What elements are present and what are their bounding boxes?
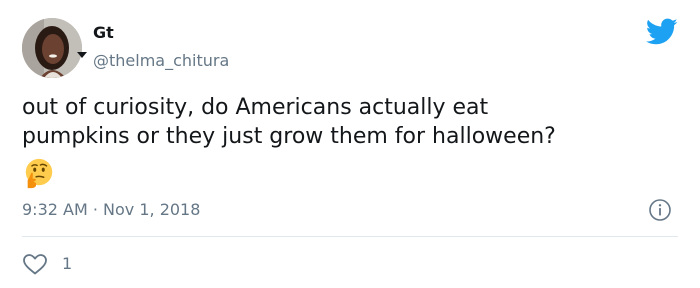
author-handle[interactable]: @thelma_chitura bbox=[93, 51, 229, 71]
like-count[interactable]: 1 bbox=[62, 254, 72, 274]
tweet-timestamp[interactable]: 9:32 AM · Nov 1, 2018 bbox=[22, 200, 200, 220]
author-name[interactable]: Gt bbox=[93, 23, 114, 43]
chevron-down-icon[interactable] bbox=[77, 52, 87, 58]
avatar[interactable] bbox=[22, 18, 82, 78]
tweet-text: out of curiosity, do Americans actually … bbox=[22, 95, 556, 149]
avatar-photo bbox=[22, 18, 82, 78]
twitter-bird-icon[interactable] bbox=[646, 18, 678, 46]
info-icon[interactable] bbox=[648, 198, 672, 222]
divider bbox=[22, 236, 678, 237]
thinking-face-emoji bbox=[25, 158, 53, 189]
heart-icon[interactable] bbox=[22, 252, 48, 276]
